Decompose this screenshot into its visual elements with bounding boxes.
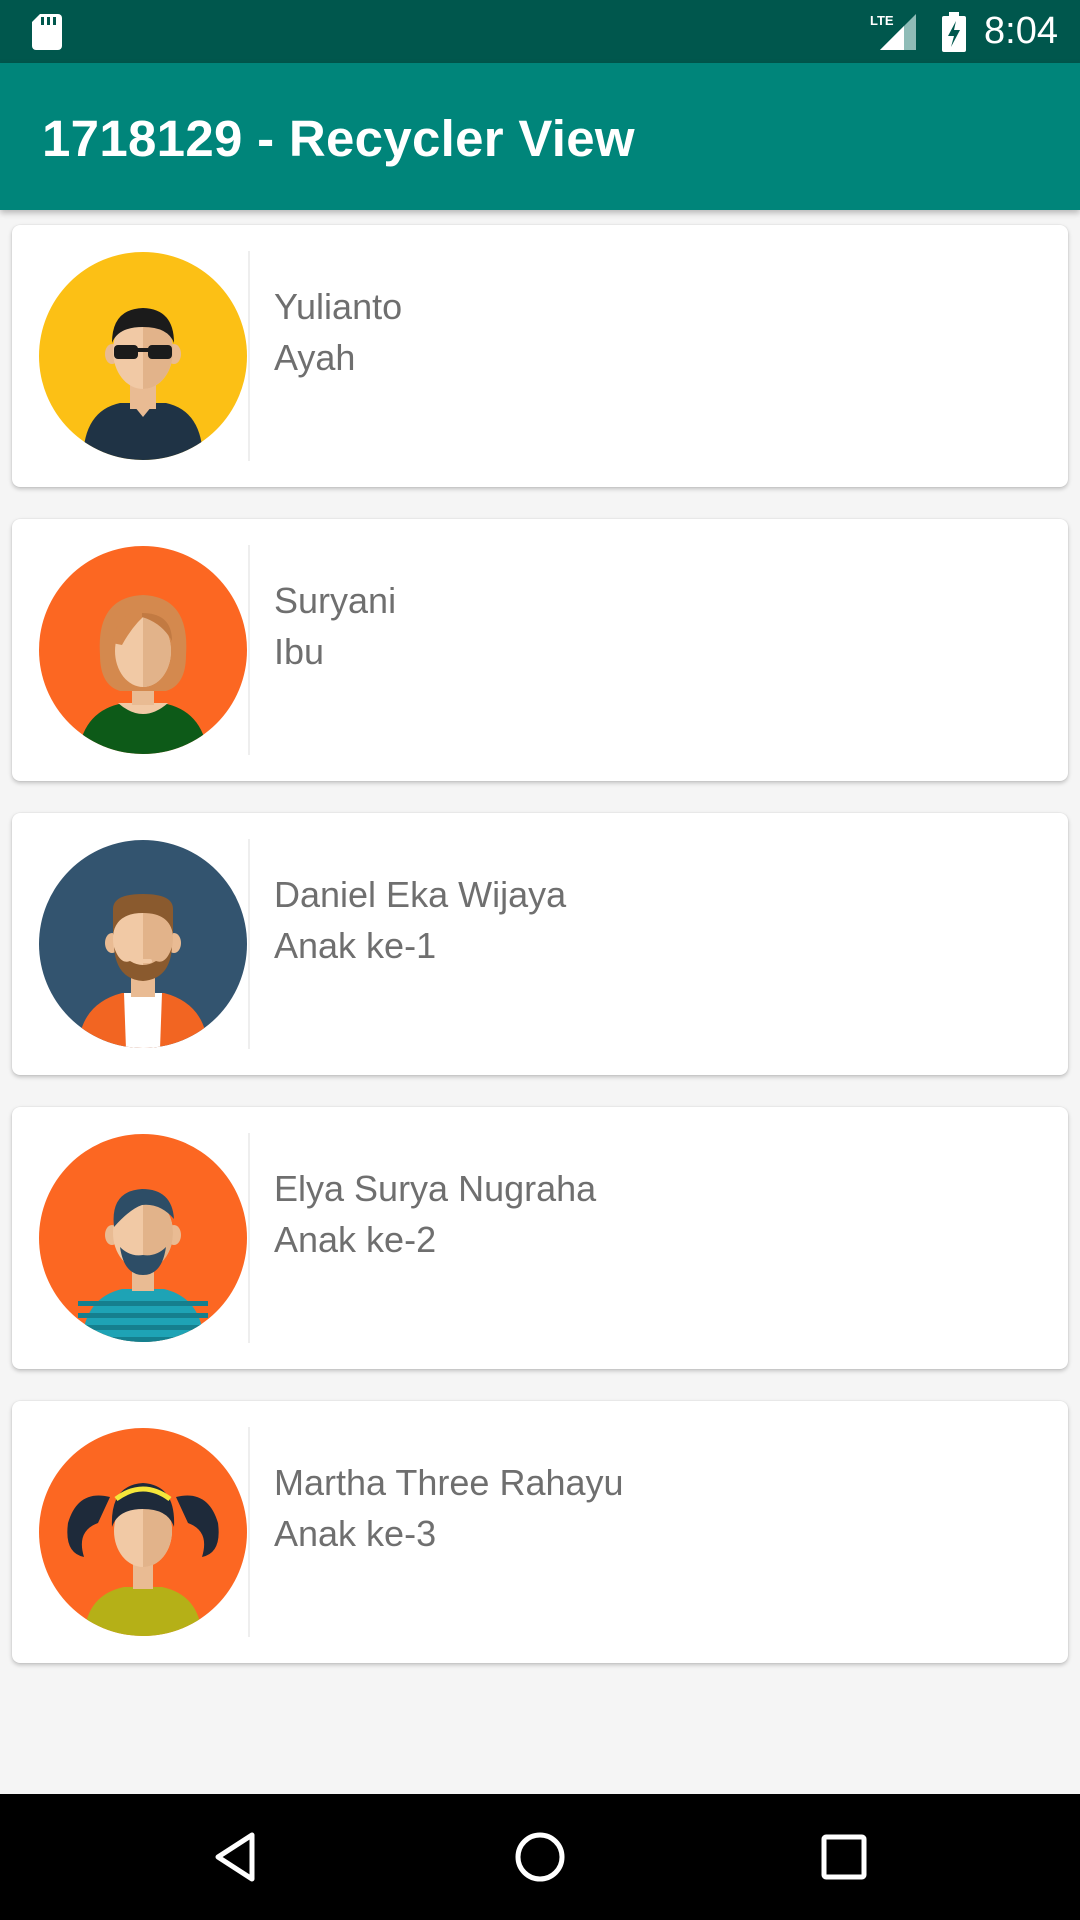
- person-name: Elya Surya Nugraha: [274, 1168, 597, 1209]
- list-item[interactable]: Daniel Eka Wijaya Anak ke-1: [12, 813, 1068, 1075]
- person-name: Martha Three Rahayu: [274, 1462, 624, 1503]
- person-role: Anak ke-2: [274, 1219, 437, 1260]
- lte-label: LTE: [870, 13, 894, 28]
- battery-charging-icon: [942, 11, 967, 52]
- navigation-bar: [0, 1794, 1080, 1920]
- woman-avatar: [39, 546, 247, 754]
- lte-signal-icon: LTE: [870, 12, 920, 52]
- list-item[interactable]: Yulianto Ayah: [12, 225, 1068, 487]
- status-bar: LTE 8:04: [0, 0, 1080, 63]
- home-icon[interactable]: [510, 1827, 570, 1887]
- person-role: Ayah: [274, 337, 356, 378]
- clock: 8:04: [984, 10, 1058, 52]
- back-icon[interactable]: [206, 1827, 266, 1887]
- sd-card-icon: [32, 14, 62, 50]
- man-sunglasses-avatar: [39, 252, 247, 460]
- list-item[interactable]: Suryani Ibu: [12, 519, 1068, 781]
- item-text: Yulianto Ayah: [274, 281, 402, 383]
- person-role: Ibu: [274, 631, 325, 672]
- man-striped-shirt-avatar: [39, 1134, 247, 1342]
- bearded-man-avatar: [39, 840, 247, 1048]
- person-name: Yulianto: [274, 286, 403, 327]
- avatar-frame: [38, 545, 250, 755]
- item-text: Daniel Eka Wijaya Anak ke-1: [274, 869, 566, 971]
- avatar-frame: [38, 1133, 250, 1343]
- person-name: Daniel Eka Wijaya: [274, 874, 567, 915]
- list-item[interactable]: Martha Three Rahayu Anak ke-3: [12, 1401, 1068, 1663]
- person-name: Suryani: [274, 580, 397, 621]
- recents-icon[interactable]: [814, 1827, 874, 1887]
- item-text: Martha Three Rahayu Anak ke-3: [274, 1457, 624, 1559]
- avatar-frame: [38, 839, 250, 1049]
- avatar-frame: [38, 1427, 250, 1637]
- girl-pigtails-avatar: [39, 1428, 247, 1636]
- item-text: Suryani Ibu: [274, 575, 396, 677]
- item-text: Elya Surya Nugraha Anak ke-2: [274, 1163, 596, 1265]
- person-role: Anak ke-3: [274, 1513, 437, 1554]
- avatar-frame: [38, 251, 250, 461]
- app-bar: 1718129 - Recycler View: [0, 63, 1080, 210]
- list-item[interactable]: Elya Surya Nugraha Anak ke-2: [12, 1107, 1068, 1369]
- page-title: 1718129 - Recycler View: [42, 110, 635, 167]
- person-role: Anak ke-1: [274, 925, 437, 966]
